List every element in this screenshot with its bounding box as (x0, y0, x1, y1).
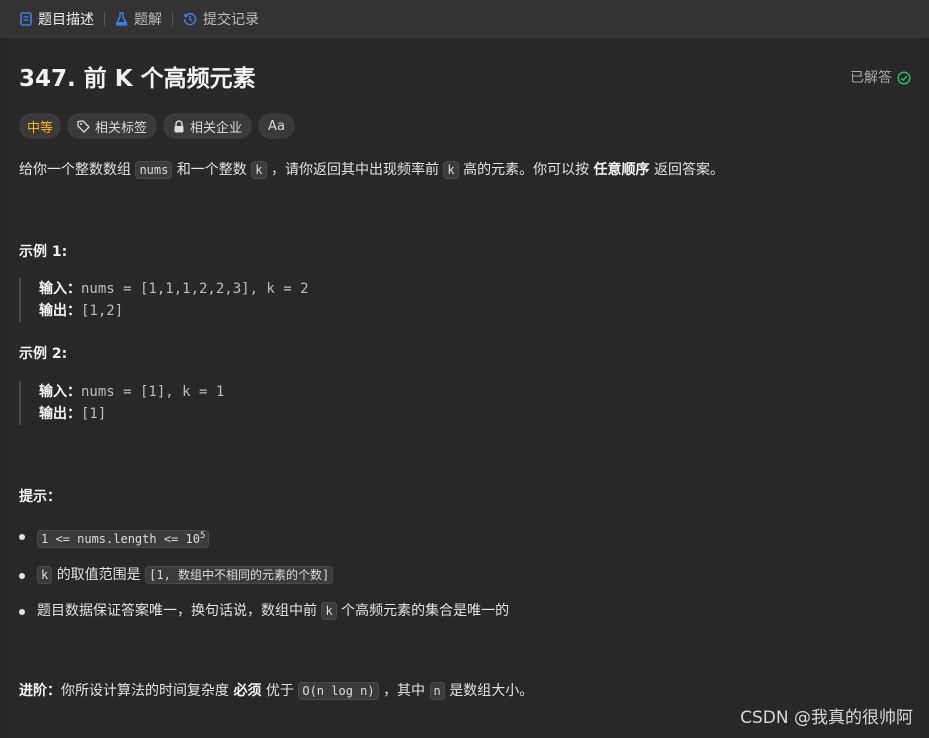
follow-up: 进阶：你所设计算法的时间复杂度 必须 优于 O(n log n) ，其中 n 是… (19, 680, 533, 702)
description-emphasis: 任意顺序 (593, 162, 650, 178)
description-text: 返回答案。 (654, 162, 724, 178)
example-1-title: 示例 1: (19, 244, 68, 260)
tab-submissions-label: 提交记录 (203, 12, 259, 28)
inline-code: k (321, 602, 337, 620)
follow-up-text: 是数组大小。 (449, 683, 534, 699)
tag-row: 中等 相关标签 相关企业 Aa (19, 113, 295, 139)
input-value: nums = [1], k = 1 (81, 384, 225, 400)
history-icon (183, 12, 197, 26)
example-1-output: 输出：[1,2] (39, 300, 309, 322)
output-value: [1,2] (81, 303, 124, 319)
tab-description[interactable]: 题目描述 (16, 0, 98, 38)
flask-icon (115, 12, 128, 26)
example-1-block: 输入：nums = [1,1,1,2,2,3], k = 2 输出：[1,2] (19, 278, 309, 322)
inline-code: n (429, 682, 445, 700)
related-companies-button[interactable]: 相关企业 (163, 113, 253, 139)
constraint-text: 题目数据保证答案唯一，换句话说，数组中前 (37, 603, 317, 619)
related-companies-label: 相关企业 (190, 120, 243, 136)
description-text: 给你一个整数数组 (19, 162, 131, 178)
description-text: 高的元素。你可以按 (463, 162, 590, 178)
tab-solutions-label: 题解 (134, 12, 162, 28)
inline-code: k (37, 566, 53, 584)
constraint-text: 的取值范围是 (56, 567, 141, 583)
follow-up-text: 你所设计算法的时间复杂度 (61, 683, 229, 699)
constraints-list: 1 <= nums.length <= 105 k 的取值范围是 [1, 数组中… (19, 525, 509, 636)
inline-code: k (251, 161, 267, 179)
list-item: 题目数据保证答案唯一，换句话说，数组中前 k 个高频元素的集合是唯一的 (19, 600, 509, 622)
list-item: k 的取值范围是 [1, 数组中不相同的元素的个数] (19, 564, 509, 586)
tab-divider (104, 12, 105, 26)
input-value: nums = [1,1,1,2,2,3], k = 2 (81, 281, 309, 297)
constraint-code: 1 <= nums.length <= 10 (41, 532, 200, 546)
document-icon (20, 12, 32, 26)
lock-icon (173, 119, 185, 133)
follow-up-emphasis: 必须 (233, 683, 262, 699)
follow-up-text: ，其中 (383, 683, 426, 699)
problem-description: 给你一个整数数组 nums 和一个整数 k ，请你返回其中出现频率前 k 高的元… (19, 159, 724, 181)
description-text: ，请你返回其中出现频率前 (270, 162, 439, 178)
description-text: 和一个整数 (176, 162, 247, 178)
exponent: 5 (199, 531, 206, 541)
translate-button[interactable]: Aa (258, 113, 295, 139)
inline-code: 1 <= nums.length <= 105 (37, 530, 210, 548)
example-2-output: 输出：[1] (39, 403, 224, 425)
follow-up-label: 进阶： (19, 683, 61, 699)
example-2-title: 示例 2: (19, 346, 68, 362)
solved-status: 已解答 (850, 67, 911, 89)
tab-bar: 题目描述 题解 提交记录 (0, 0, 929, 38)
output-value: [1] (81, 406, 107, 422)
output-label: 输出： (39, 406, 81, 422)
related-tags-label: 相关标签 (95, 120, 148, 136)
solved-status-label: 已解答 (850, 70, 892, 86)
tab-solutions[interactable]: 题解 (111, 0, 166, 38)
check-circle-icon (897, 71, 911, 85)
output-label: 输出： (39, 303, 81, 319)
problem-title: 347. 前 K 个高频元素 (19, 66, 256, 92)
follow-up-text: 优于 (265, 683, 294, 699)
tab-divider (172, 12, 173, 26)
difficulty-badge: 中等 (19, 113, 62, 139)
list-item: 1 <= nums.length <= 105 (19, 525, 509, 550)
difficulty-label: 中等 (27, 120, 54, 136)
inline-code: k (443, 161, 459, 179)
translate-icon: Aa (268, 118, 285, 134)
hints-title: 提示： (19, 489, 61, 505)
inline-code: nums (135, 161, 173, 179)
example-1-input: 输入：nums = [1,1,1,2,2,3], k = 2 (39, 278, 309, 300)
example-2-input: 输入：nums = [1], k = 1 (39, 381, 224, 403)
tab-description-label: 题目描述 (38, 12, 94, 28)
inline-code: O(n log n) (298, 682, 379, 700)
inline-code: [1, 数组中不相同的元素的个数] (145, 566, 334, 584)
tab-submissions[interactable]: 提交记录 (179, 0, 263, 38)
tag-icon (77, 119, 90, 133)
example-2-block: 输入：nums = [1], k = 1 输出：[1] (19, 381, 224, 425)
input-label: 输入： (39, 281, 81, 297)
related-tags-button[interactable]: 相关标签 (67, 113, 158, 139)
watermark: CSDN @我真的很帅阿 (740, 708, 913, 728)
input-label: 输入： (39, 384, 81, 400)
constraint-text: 个高频元素的集合是唯一的 (341, 603, 510, 619)
